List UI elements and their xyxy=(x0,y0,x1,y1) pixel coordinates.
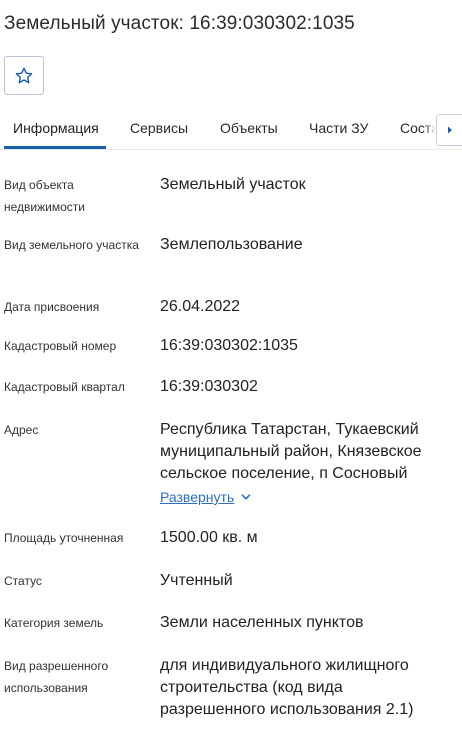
field-label: Адрес xyxy=(4,423,39,437)
tab-scroll-right-button[interactable] xyxy=(436,114,462,146)
field-value-wrap: Республика Татарстан, Тукаевский муницип… xyxy=(160,419,450,507)
tab-composition[interactable]: Соста xyxy=(400,120,439,136)
tab-land-parts[interactable]: Части ЗУ xyxy=(309,120,368,136)
tab-services[interactable]: Сервисы xyxy=(130,120,188,136)
address-expand[interactable]: Развернуть xyxy=(160,487,450,507)
field-value: Земельный участок xyxy=(160,176,306,193)
field-label: Кадастровый квартал xyxy=(4,380,125,394)
field-label: Категория земель xyxy=(4,616,104,630)
chevron-down-icon[interactable] xyxy=(240,491,252,503)
field-label: Дата присвоения xyxy=(4,300,100,314)
field-value: Земли населенных пунктов xyxy=(160,614,364,631)
star-outline-icon xyxy=(15,67,33,83)
page-title: Земельный участок: 16:39:030302:1035 xyxy=(4,13,355,34)
field-value: 26.04.2022 xyxy=(160,298,241,315)
field-value: для индивидуального жилищного строительс… xyxy=(160,657,414,718)
field-label: Статус xyxy=(4,574,42,588)
field-value: 16:39:030302 xyxy=(160,378,258,395)
favorite-button[interactable] xyxy=(4,56,44,95)
tab-bar: Информация Сервисы Объекты Части ЗУ Сост… xyxy=(0,106,462,150)
field-value: Землепользование xyxy=(160,236,303,253)
tab-objects[interactable]: Объекты xyxy=(220,120,278,136)
field-label: Кадастровый номер xyxy=(4,339,117,353)
field-value: 1500.00 кв. м xyxy=(160,529,258,546)
field-label: Вид разрешенного использования xyxy=(4,659,109,695)
address-text: Республика Татарстан, Тукаевский муницип… xyxy=(160,421,422,482)
active-tab-indicator xyxy=(4,146,106,149)
field-value: Учтенный xyxy=(160,572,233,589)
chevron-right-icon xyxy=(447,126,452,134)
field-label: Вид земельного участка xyxy=(4,238,139,252)
tab-information[interactable]: Информация xyxy=(13,120,99,136)
field-label: Вид объекта недвижимости xyxy=(4,178,85,214)
field-label: Площадь уточненная xyxy=(4,531,124,545)
field-value: 16:39:030302:1035 xyxy=(160,337,298,354)
expand-link[interactable]: Развернуть xyxy=(160,487,234,507)
